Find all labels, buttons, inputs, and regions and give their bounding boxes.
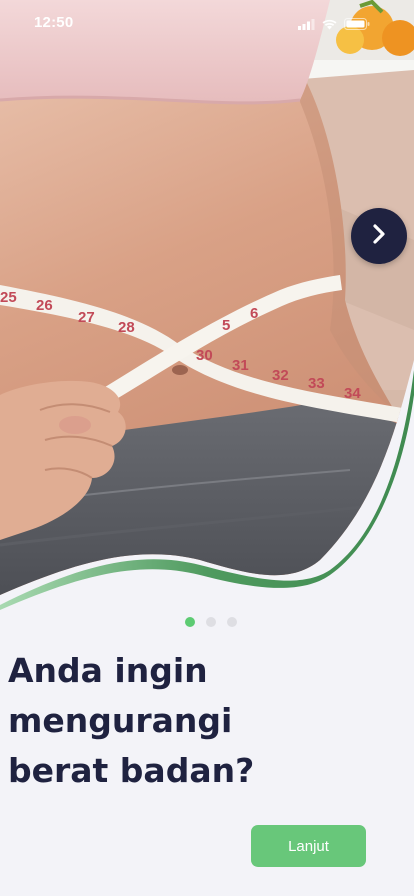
signal-icon bbox=[298, 15, 315, 34]
page-dot[interactable] bbox=[227, 617, 237, 627]
page-dot[interactable] bbox=[206, 617, 216, 627]
tape-number: 5 bbox=[222, 317, 230, 334]
wifi-icon bbox=[322, 15, 337, 34]
battery-icon bbox=[344, 15, 370, 34]
chevron-right-icon bbox=[368, 223, 390, 249]
status-bar: 12:50 bbox=[0, 0, 414, 44]
tape-number: 34 bbox=[344, 385, 361, 402]
tape-number: 27 bbox=[78, 309, 95, 326]
page-dot-active[interactable] bbox=[185, 617, 195, 627]
continue-button[interactable]: Lanjut bbox=[251, 825, 366, 867]
tape-number: 32 bbox=[272, 367, 289, 384]
tape-number: 26 bbox=[36, 297, 53, 314]
tape-number: 25 bbox=[0, 289, 17, 306]
tape-number: 31 bbox=[232, 357, 249, 374]
tape-number: 30 bbox=[196, 347, 213, 364]
onboarding-title: Anda ingin mengurangi berat badan? bbox=[8, 646, 408, 796]
status-time: 12:50 bbox=[34, 14, 74, 31]
tape-number: 33 bbox=[308, 375, 325, 392]
page-indicator bbox=[185, 617, 237, 627]
next-button[interactable] bbox=[351, 208, 407, 264]
onboarding-title-line2: berat badan? bbox=[8, 751, 255, 790]
tape-number: 28 bbox=[118, 319, 135, 336]
onboarding-title-line1: Anda ingin mengurangi bbox=[8, 651, 233, 740]
tape-number: 6 bbox=[250, 305, 258, 322]
hero-image: 25 26 27 28 5 6 30 31 32 33 34 bbox=[0, 0, 414, 610]
status-icons bbox=[298, 15, 370, 34]
